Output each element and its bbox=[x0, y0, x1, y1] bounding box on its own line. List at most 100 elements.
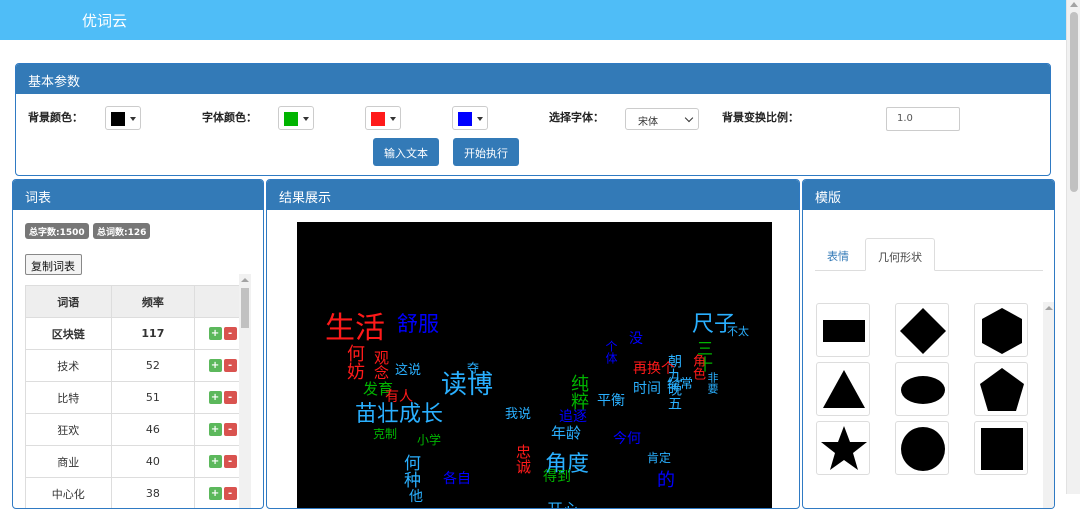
freq-cell: 40 bbox=[111, 446, 195, 478]
app-title[interactable]: 优词云 bbox=[82, 10, 127, 31]
run-button[interactable]: 开始执行 bbox=[453, 138, 519, 166]
cloud-word: 角色 bbox=[691, 354, 704, 380]
cloud-word: 没 bbox=[629, 332, 643, 346]
tab-geometric-shapes[interactable]: 几何形状 bbox=[865, 238, 935, 271]
caret-down-icon bbox=[130, 117, 136, 121]
word-cell: 商业 bbox=[26, 446, 112, 478]
caret-down-icon bbox=[390, 117, 396, 121]
freq-cell: 38 bbox=[111, 478, 195, 509]
cloud-word: 舒服 bbox=[397, 314, 439, 335]
freq-cell: 51 bbox=[111, 382, 195, 414]
bg-color-label: 背景颜色： bbox=[28, 109, 83, 125]
total-chars-badge: 总字数:1500 bbox=[25, 223, 89, 239]
cloud-word: 得到 bbox=[543, 470, 571, 484]
plus-button[interactable]: + bbox=[209, 423, 222, 436]
cloud-word: 生活 bbox=[325, 314, 385, 344]
word-cell: 区块链 bbox=[26, 318, 112, 350]
scroll-up-icon[interactable] bbox=[241, 278, 249, 282]
font-select[interactable]: 宋体 bbox=[625, 108, 699, 130]
word-list-title: 词表 bbox=[13, 180, 263, 210]
star-icon bbox=[817, 422, 871, 476]
word-cell: 技术 bbox=[26, 350, 112, 382]
word-list-panel: 词表 总字数:1500 总词数:126 复制词表 词语 频率 区块链 117 +… bbox=[12, 179, 264, 509]
table-row: 技术 52 +- bbox=[26, 350, 251, 382]
scroll-up-icon[interactable] bbox=[1045, 306, 1053, 310]
cloud-word: 的 bbox=[657, 472, 675, 490]
word-cell: 狂欢 bbox=[26, 414, 112, 446]
plus-button[interactable]: + bbox=[209, 359, 222, 372]
minus-button[interactable]: - bbox=[224, 391, 237, 404]
cloud-word: 读博 bbox=[441, 372, 493, 398]
plus-button[interactable]: + bbox=[209, 327, 222, 340]
plus-button[interactable]: + bbox=[209, 391, 222, 404]
cloud-word: 开心 bbox=[547, 502, 579, 509]
col-header-freq: 频率 bbox=[111, 286, 195, 318]
cloud-word: 不太 bbox=[727, 326, 749, 337]
template-scrollbar[interactable] bbox=[1043, 302, 1055, 509]
caret-down-icon bbox=[303, 117, 309, 121]
chevron-down-icon bbox=[685, 114, 693, 122]
cloud-word: 观念 bbox=[373, 350, 388, 380]
input-text-button[interactable]: 输入文本 bbox=[373, 138, 439, 166]
shape-diamond[interactable] bbox=[895, 303, 949, 357]
bg-color-swatch bbox=[111, 112, 125, 126]
shape-pentagon[interactable] bbox=[974, 362, 1028, 416]
page-scrollbar-thumb[interactable] bbox=[1070, 12, 1078, 192]
minus-button[interactable]: - bbox=[224, 327, 237, 340]
shape-star[interactable] bbox=[816, 421, 870, 475]
cloud-word: 追逐 bbox=[559, 410, 587, 424]
minus-button[interactable]: - bbox=[224, 455, 237, 468]
cloud-word: 何种 bbox=[401, 454, 418, 488]
triangle-icon bbox=[817, 363, 871, 417]
font-color-swatch bbox=[284, 112, 298, 126]
pentagon-icon bbox=[975, 363, 1029, 417]
copy-list-button[interactable]: 复制词表 bbox=[25, 254, 82, 275]
cloud-word: 个体 bbox=[605, 340, 617, 364]
cloud-word: 年龄 bbox=[551, 426, 581, 441]
shape-triangle[interactable] bbox=[816, 362, 870, 416]
minus-button[interactable]: - bbox=[224, 423, 237, 436]
total-words-badge: 总词数:126 bbox=[93, 223, 150, 239]
shape-rectangle[interactable] bbox=[816, 303, 870, 357]
template-tabs: 表情 几何形状 bbox=[815, 238, 1043, 271]
font-color-swatch bbox=[458, 112, 472, 126]
cloud-word: 夺 bbox=[467, 362, 479, 374]
shape-circle[interactable] bbox=[895, 421, 949, 475]
cloud-word: 平衡 bbox=[597, 394, 625, 408]
cloud-word: 克制 bbox=[373, 428, 397, 440]
shape-ellipse[interactable] bbox=[895, 362, 949, 416]
circle-icon bbox=[896, 422, 950, 476]
cloud-word: 纯粹 bbox=[569, 374, 587, 410]
font-color-picker-3[interactable] bbox=[452, 106, 488, 130]
font-select-value: 宋体 bbox=[638, 117, 658, 128]
bg-color-picker[interactable] bbox=[105, 106, 141, 130]
font-color-picker-2[interactable] bbox=[365, 106, 401, 130]
tab-emoji[interactable]: 表情 bbox=[815, 238, 861, 271]
cloud-word: 时间 bbox=[633, 382, 661, 396]
shape-hexagon[interactable] bbox=[974, 303, 1028, 357]
shape-square[interactable] bbox=[974, 421, 1028, 475]
font-color-swatch bbox=[371, 112, 385, 126]
scroll-up-icon[interactable] bbox=[1070, 2, 1078, 7]
plus-button[interactable]: + bbox=[209, 455, 222, 468]
top-navbar: 优词云 bbox=[0, 0, 1066, 40]
cloud-word: 何妨 bbox=[345, 344, 363, 380]
cloud-word: 这说 bbox=[395, 364, 421, 377]
ratio-input[interactable]: 1.0 bbox=[886, 107, 960, 131]
table-scrollbar[interactable] bbox=[239, 274, 251, 509]
table-scrollbar-thumb[interactable] bbox=[241, 288, 249, 328]
hexagon-icon bbox=[975, 304, 1029, 358]
page-scrollbar[interactable] bbox=[1066, 0, 1080, 494]
table-row: 狂欢 46 +- bbox=[26, 414, 251, 446]
cloud-word: 忠诚 bbox=[515, 444, 530, 474]
minus-button[interactable]: - bbox=[224, 359, 237, 372]
cloud-word: 各自 bbox=[443, 472, 471, 486]
diamond-icon bbox=[896, 304, 950, 358]
cloud-word: 有人 bbox=[385, 390, 413, 404]
cloud-word: 我说 bbox=[505, 408, 531, 421]
caret-down-icon bbox=[477, 117, 483, 121]
word-cell: 中心化 bbox=[26, 478, 112, 509]
font-color-label: 字体颜色： bbox=[202, 109, 257, 125]
font-color-picker-1[interactable] bbox=[278, 106, 314, 130]
word-cloud-canvas: 生活舒服何妨读博苗壮成长尺子观念发育有人这说克制三十朝九晚五非要再换个纯粹角度何… bbox=[297, 222, 772, 509]
